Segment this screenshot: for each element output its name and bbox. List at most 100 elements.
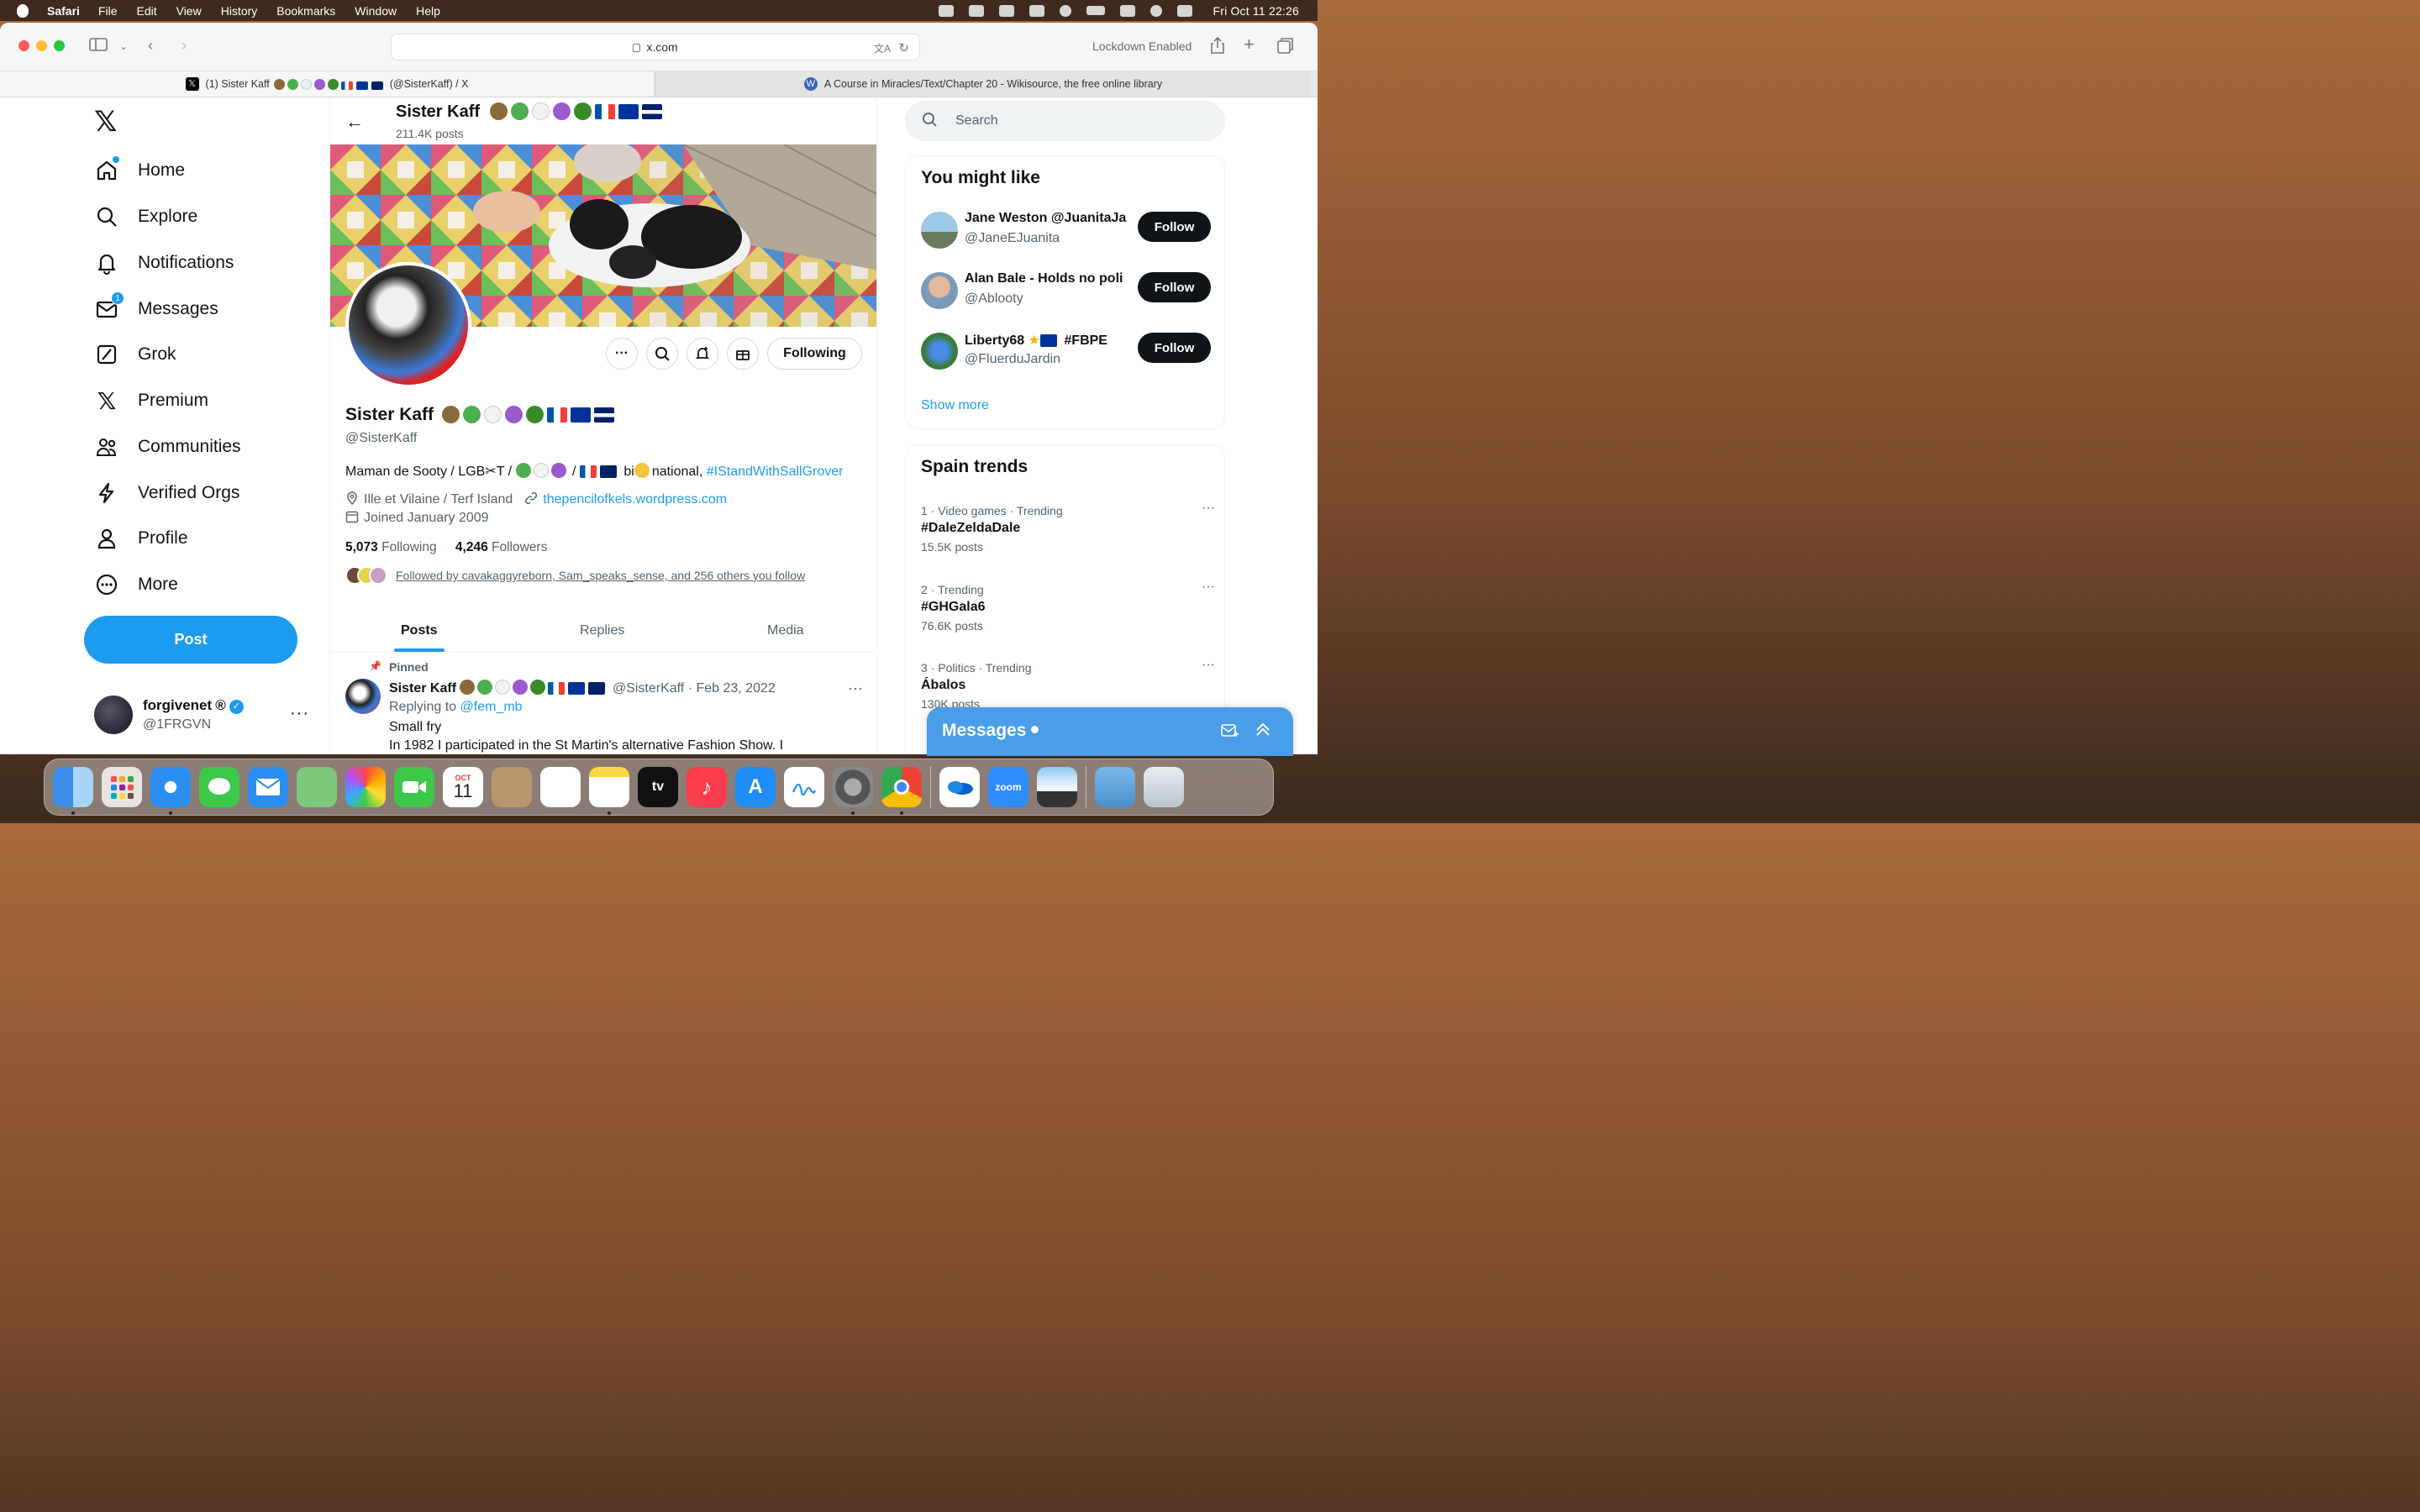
safari-icon[interactable] bbox=[150, 767, 191, 815]
calendar-icon[interactable]: OCT 11 bbox=[443, 767, 483, 807]
account-switcher[interactable]: forgivenet ® ✓ @1FRGVN ··· bbox=[94, 696, 313, 738]
battery-icon[interactable] bbox=[1086, 6, 1106, 15]
address-bar[interactable]: x.com 文A ↻ bbox=[391, 34, 920, 60]
replying-to-link[interactable]: @fem_mb bbox=[460, 700, 523, 714]
nav-explore[interactable]: Explore bbox=[94, 204, 197, 229]
preview-icon[interactable] bbox=[1037, 767, 1077, 807]
nav-messages[interactable]: 1 Messages bbox=[94, 291, 218, 322]
more-dots-icon[interactable]: ··· bbox=[1202, 501, 1215, 516]
mail-app-icon[interactable] bbox=[248, 767, 288, 807]
expand-chevron-icon[interactable] bbox=[1255, 722, 1271, 741]
x-logo-icon[interactable]: 𝕏 bbox=[94, 108, 117, 136]
minimize-window-button[interactable] bbox=[36, 40, 47, 51]
nav-verified-orgs[interactable]: Verified Orgs bbox=[94, 480, 239, 506]
cloud-status-icon[interactable] bbox=[939, 4, 955, 17]
maps-icon[interactable] bbox=[297, 767, 337, 807]
close-window-button[interactable] bbox=[18, 40, 29, 51]
search-profile-button[interactable] bbox=[646, 338, 678, 370]
system-settings-icon[interactable] bbox=[833, 767, 873, 815]
suggestion-item[interactable]: Liberty68 ★ #FBPE @FluerduJardin Follow bbox=[921, 333, 1215, 375]
website-link[interactable]: thepencilofkels.wordpress.com bbox=[543, 492, 727, 507]
new-message-icon[interactable] bbox=[1221, 723, 1239, 743]
tab-wikisource[interactable]: W A Course in Miracles/Text/Chapter 20 -… bbox=[655, 71, 1311, 97]
tweet-author-name[interactable]: Sister Kaff bbox=[389, 681, 456, 696]
pinned-tweet[interactable]: 📌 Pinned Sister Kaff @SisterKaff · Feb 2… bbox=[330, 652, 876, 754]
show-more-link[interactable]: Show more bbox=[921, 398, 989, 413]
suggestion-item[interactable]: Alan Bale - Holds no poli @Ablooty Follo… bbox=[921, 271, 1215, 314]
tab-replies[interactable]: Replies bbox=[580, 610, 624, 652]
trend-item[interactable]: 2 · Trending #GHGala6 76.6K posts ··· bbox=[921, 580, 1215, 633]
apple-menu-icon[interactable] bbox=[17, 3, 29, 18]
more-dots-icon[interactable]: ··· bbox=[848, 680, 863, 697]
menu-app-name[interactable]: Safari bbox=[47, 4, 80, 18]
search-input[interactable]: Search bbox=[905, 101, 1225, 141]
notes-icon[interactable] bbox=[589, 767, 629, 815]
menu-history[interactable]: History bbox=[221, 4, 258, 18]
menubar-clock[interactable]: Fri Oct 11 22:26 bbox=[1213, 4, 1299, 18]
zoom-window-button[interactable] bbox=[54, 40, 65, 51]
facetime-icon[interactable] bbox=[394, 767, 434, 807]
more-dots-icon[interactable]: ··· bbox=[290, 704, 309, 723]
onedrive-icon[interactable] bbox=[939, 767, 980, 807]
m-app-icon[interactable] bbox=[999, 4, 1015, 17]
wifi-icon[interactable] bbox=[1120, 4, 1136, 17]
nav-grok[interactable]: Grok bbox=[94, 342, 176, 367]
trend-item[interactable]: 1 · Video games · Trending #DaleZeldaDal… bbox=[921, 501, 1215, 554]
new-tab-icon[interactable]: + bbox=[1244, 34, 1255, 55]
suggestion-item[interactable]: Jane Weston @JuanitaJa @JaneEJuanita Fol… bbox=[921, 211, 1215, 254]
chrome-icon[interactable] bbox=[881, 767, 922, 815]
menu-edit[interactable]: Edit bbox=[136, 4, 156, 18]
following-button[interactable]: Following bbox=[767, 338, 862, 370]
app-store-icon[interactable]: A bbox=[735, 767, 776, 807]
chevron-down-icon[interactable]: ⌄ bbox=[119, 40, 128, 52]
launchpad-icon[interactable] bbox=[102, 767, 142, 807]
followed-by[interactable]: Followed by cavakaggyreborn, Sam_speaks_… bbox=[345, 566, 805, 585]
nav-home[interactable]: Home bbox=[94, 156, 185, 183]
messages-app-icon[interactable] bbox=[199, 767, 239, 807]
reload-icon[interactable]: ↻ bbox=[898, 40, 909, 55]
menu-help[interactable]: Help bbox=[416, 4, 440, 18]
nav-profile[interactable]: Profile bbox=[94, 526, 188, 551]
downloads-folder-icon[interactable] bbox=[1095, 767, 1135, 807]
post-button[interactable]: Post bbox=[84, 616, 297, 664]
tab-overview-icon[interactable] bbox=[1277, 37, 1294, 58]
back-arrow-icon[interactable]: ← bbox=[345, 111, 364, 133]
gift-button[interactable] bbox=[727, 338, 759, 370]
forward-icon[interactable]: › bbox=[182, 37, 187, 55]
messages-drawer[interactable]: Messages bbox=[927, 707, 1293, 756]
more-dots-icon[interactable]: ··· bbox=[1202, 580, 1215, 595]
finder-icon[interactable] bbox=[53, 767, 93, 815]
menu-window[interactable]: Window bbox=[355, 4, 397, 18]
moon-icon[interactable] bbox=[1060, 4, 1072, 17]
menu-view[interactable]: View bbox=[176, 4, 202, 18]
profile-avatar[interactable] bbox=[345, 262, 471, 388]
nav-premium[interactable]: 𝕏 Premium bbox=[94, 388, 208, 414]
sidebar-toggle-icon[interactable] bbox=[89, 37, 108, 56]
cloud-icon[interactable] bbox=[1029, 4, 1045, 17]
reminders-icon[interactable] bbox=[540, 767, 581, 807]
bio-hashtag-link[interactable]: #IStandWithSallGrover bbox=[707, 465, 844, 479]
menu-bookmarks[interactable]: Bookmarks bbox=[276, 4, 335, 18]
menu-file[interactable]: File bbox=[98, 4, 118, 18]
back-icon[interactable]: ‹ bbox=[148, 37, 153, 55]
follow-button[interactable]: Follow bbox=[1138, 212, 1211, 242]
apple-tv-icon[interactable]: tv bbox=[638, 767, 678, 807]
tab-media[interactable]: Media bbox=[767, 610, 804, 652]
tab-posts[interactable]: Posts bbox=[394, 610, 445, 652]
translate-icon[interactable]: 文A bbox=[874, 41, 891, 55]
nav-notifications[interactable]: Notifications bbox=[94, 250, 234, 276]
music-icon[interactable]: ♪ bbox=[687, 767, 727, 807]
following-stat[interactable]: 5,073 Following bbox=[345, 540, 437, 554]
avatar[interactable] bbox=[345, 679, 381, 714]
nav-communities[interactable]: Communities bbox=[94, 434, 241, 459]
shield-icon[interactable] bbox=[969, 4, 985, 17]
notify-bell-button[interactable] bbox=[687, 338, 718, 370]
more-dots-icon[interactable]: ··· bbox=[1202, 658, 1215, 673]
spotlight-search-icon[interactable] bbox=[1150, 4, 1163, 17]
control-center-icon[interactable] bbox=[1177, 4, 1193, 17]
trash-icon[interactable] bbox=[1144, 767, 1184, 807]
nav-more[interactable]: More bbox=[94, 572, 178, 597]
tab-x-profile[interactable]: 𝕏 (1) Sister Kaff (@SisterKaff) / X bbox=[0, 71, 654, 97]
contacts-icon[interactable] bbox=[492, 767, 532, 807]
followers-stat[interactable]: 4,246 Followers bbox=[455, 540, 547, 554]
